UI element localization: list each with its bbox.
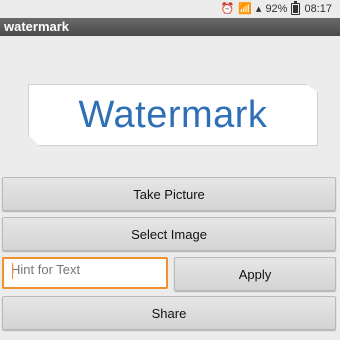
- wifi-icon: 📶: [238, 3, 252, 15]
- select-image-button[interactable]: Select Image: [2, 217, 336, 251]
- text-cursor: [12, 263, 13, 279]
- signal-icon: ▴: [255, 3, 262, 15]
- status-bar: ⏰ 📶 ▴ 92% 08:17: [0, 0, 340, 18]
- hint-text-placeholder: Hint for Text: [11, 262, 81, 277]
- clock: 08:17: [304, 3, 332, 15]
- battery-percent: 92%: [265, 3, 288, 15]
- battery-icon: [291, 1, 301, 15]
- take-picture-button[interactable]: Take Picture: [2, 177, 336, 211]
- app-title: watermark: [4, 19, 70, 34]
- alarm-icon: ⏰: [220, 3, 235, 15]
- image-preview: Watermark: [28, 84, 318, 146]
- status-icons: ⏰ 📶 ▴ 92% 08:17: [220, 1, 332, 16]
- hint-text-input[interactable]: Hint for Text: [2, 257, 168, 289]
- share-button[interactable]: Share: [2, 296, 336, 330]
- watermark-preview-text: Watermark: [78, 93, 268, 136]
- app-title-bar: watermark: [0, 18, 340, 36]
- apply-button[interactable]: Apply: [174, 257, 336, 291]
